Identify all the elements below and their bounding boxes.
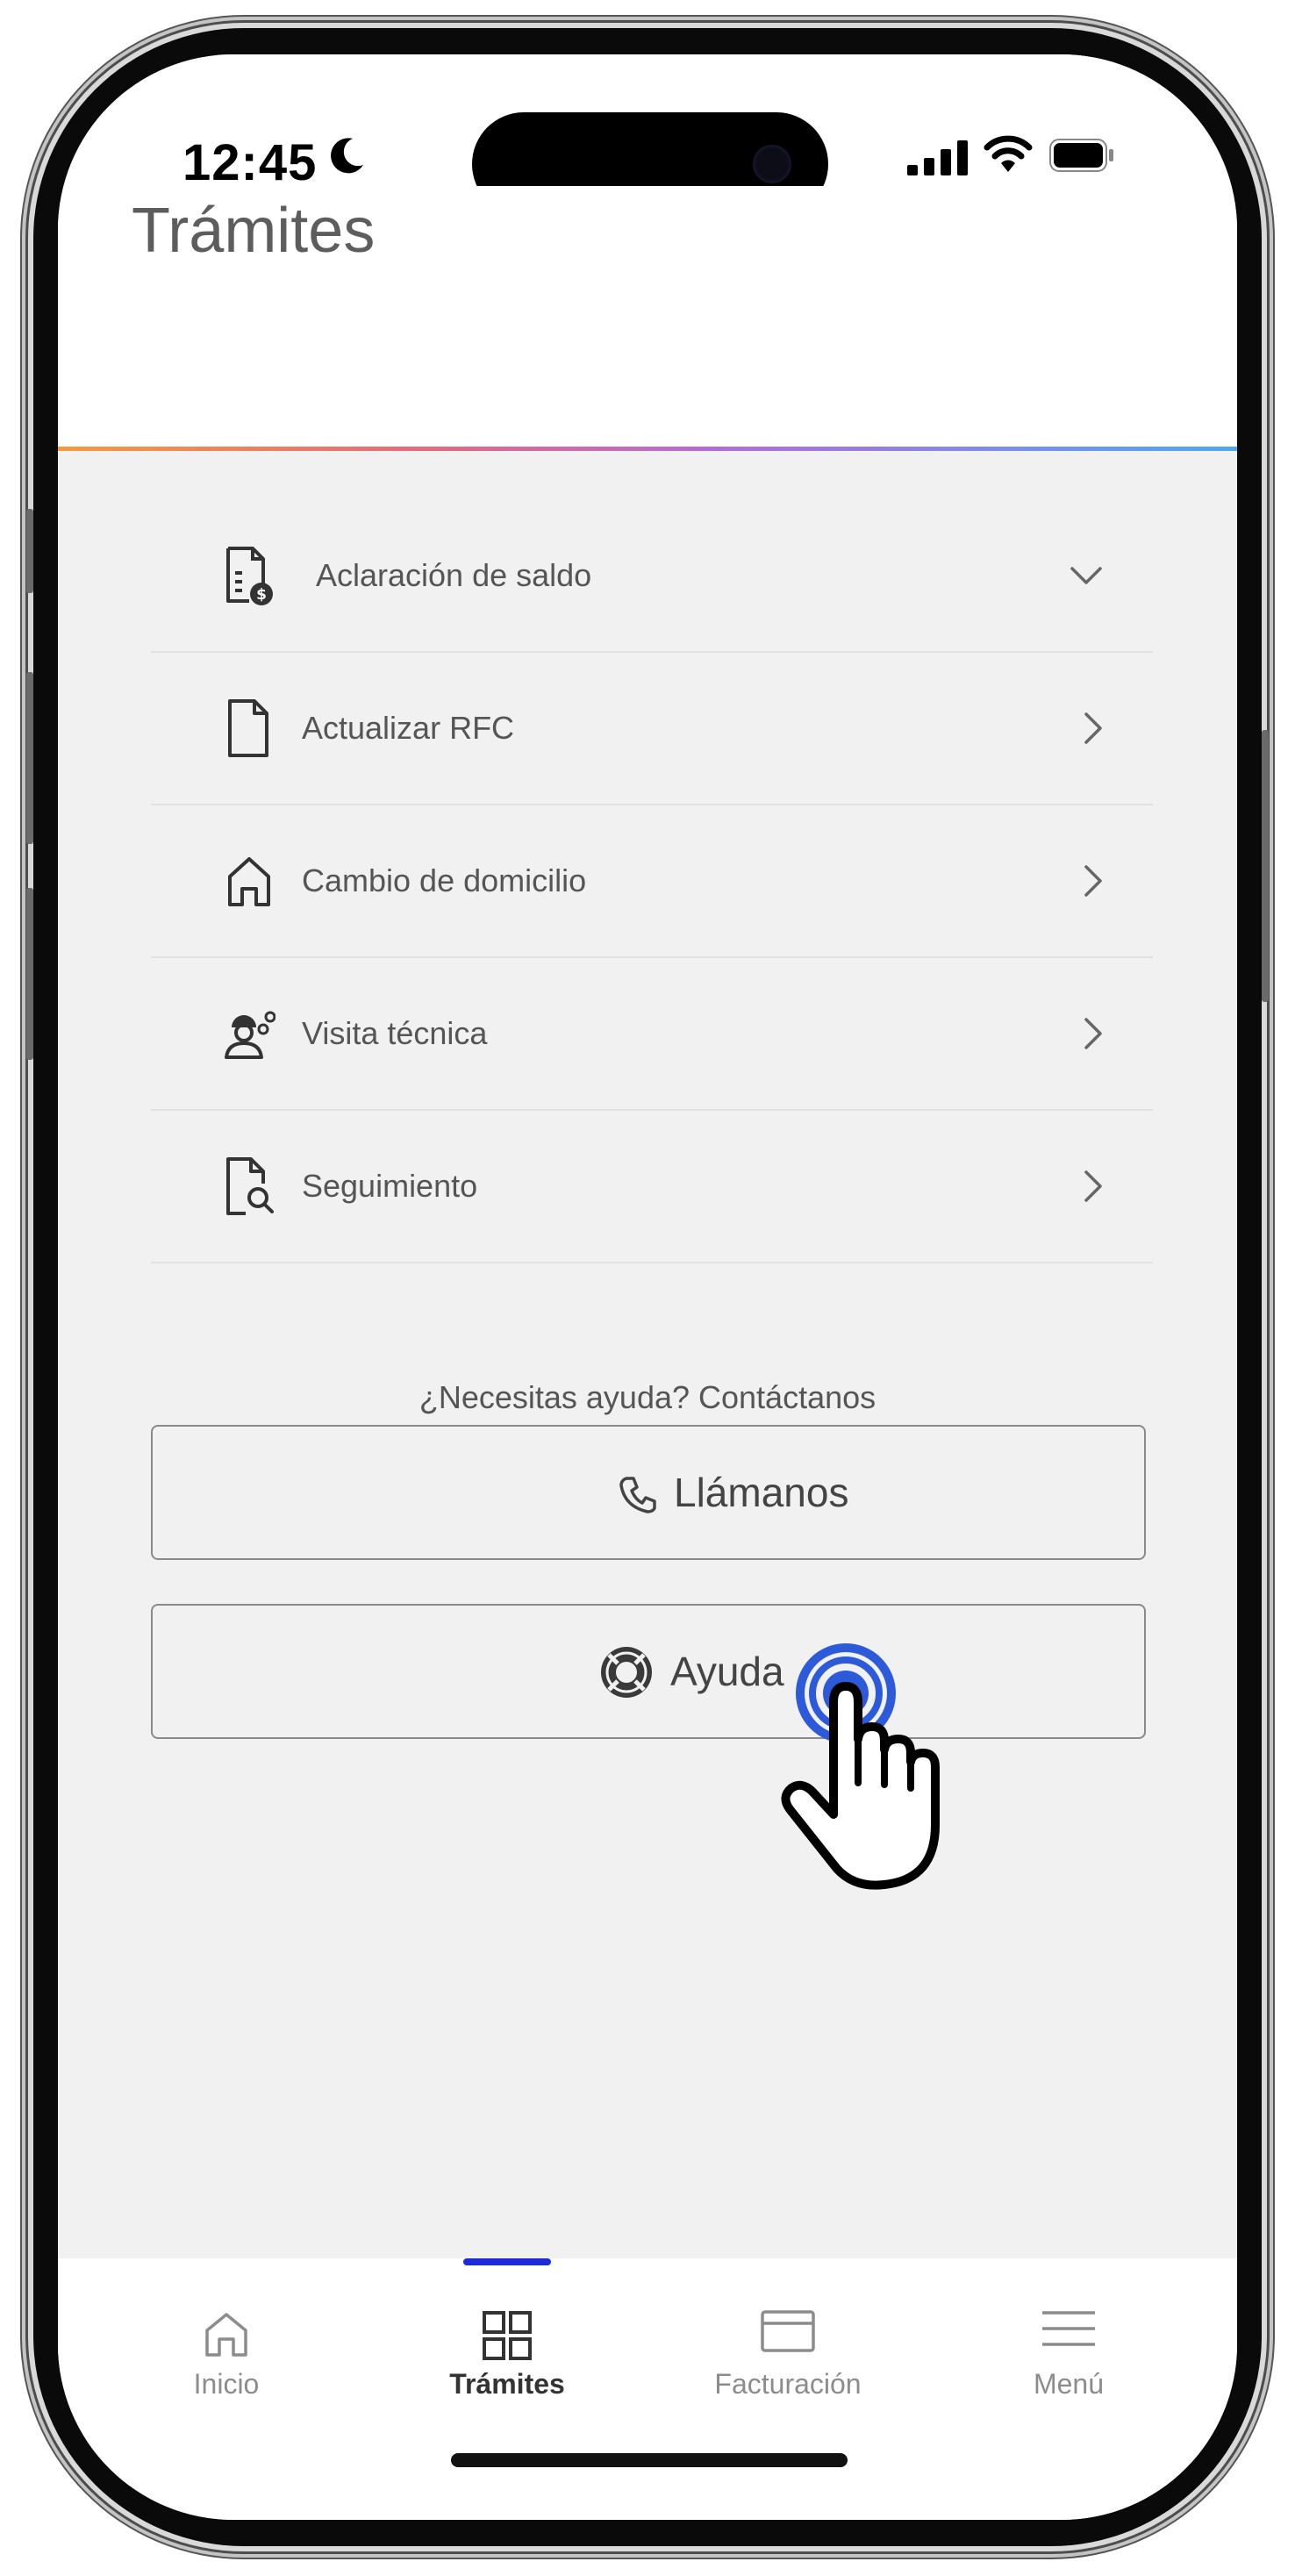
page-header: Trámites	[58, 186, 1237, 451]
volume-up-button	[26, 672, 33, 844]
status-time: 12:45	[182, 134, 318, 191]
tap-hand-icon	[781, 1643, 940, 1890]
menu-item-label: Visita técnica	[302, 1015, 488, 1051]
power-button	[1262, 730, 1269, 1002]
action-button	[26, 509, 33, 593]
battery-icon	[1049, 139, 1113, 172]
call-button[interactable]: Llámanos	[151, 1425, 1146, 1560]
menu-item-label: Actualizar RFC	[302, 710, 515, 746]
tab-inicio[interactable]: Inicio	[104, 2258, 349, 2434]
tramites-list: $ Aclaración de saldo Actualizar RFC Cam…	[151, 500, 1153, 1263]
tab-label: Menú	[1033, 2368, 1105, 2400]
tab-label: Facturación	[714, 2368, 862, 2400]
menu-item-label: Cambio de domicilio	[302, 862, 587, 898]
help-button[interactable]: Ayuda	[151, 1604, 1146, 1739]
menu-item-seguimiento[interactable]: Seguimiento	[151, 1111, 1153, 1263]
help-button-label: Ayuda	[670, 1649, 784, 1694]
document-search-icon	[226, 1157, 274, 1215]
home-indicator[interactable]	[451, 2453, 848, 2467]
menu-item-actualizar-rfc[interactable]: Actualizar RFC	[151, 653, 1153, 805]
chevron-right-icon	[1084, 865, 1102, 897]
call-button-label: Llámanos	[674, 1470, 849, 1515]
menu-item-visita-tecnica[interactable]: Visita técnica	[151, 958, 1153, 1111]
help-prompt: ¿Necesitas ayuda? Contáctanos	[419, 1379, 876, 1415]
camera-icon	[753, 145, 791, 183]
menu-item-label: Seguimiento	[302, 1168, 478, 1204]
hamburger-icon	[1042, 2311, 1095, 2346]
volume-down-button	[26, 888, 33, 1060]
tab-bar: Inicio Trámites Facturación Menú	[58, 2258, 1237, 2520]
document-icon	[228, 699, 268, 757]
lifebuoy-icon	[601, 1647, 652, 1698]
home-icon	[228, 857, 270, 906]
menu-item-cambio-domicilio[interactable]: Cambio de domicilio	[151, 805, 1153, 958]
tab-tramites[interactable]: Trámites	[384, 2258, 630, 2434]
page-title: Trámites	[132, 196, 376, 266]
tab-facturacion[interactable]: Facturación	[665, 2258, 911, 2434]
screen: 12:45 Trámites $ Aclaración de saldo Act…	[58, 54, 1237, 2520]
menu-item-aclaracion-saldo[interactable]: $ Aclaración de saldo	[151, 500, 1153, 653]
chevron-right-icon	[1084, 712, 1102, 744]
tab-menu[interactable]: Menú	[946, 2258, 1191, 2434]
status-bar: 12:45	[58, 54, 1237, 216]
svg-text:$: $	[256, 586, 267, 604]
tab-label: Trámites	[449, 2368, 565, 2400]
signal-icon	[907, 140, 968, 175]
moon-icon	[331, 138, 363, 174]
wifi-icon	[984, 135, 1033, 172]
technician-icon	[225, 1011, 275, 1059]
header-divider	[58, 447, 1237, 451]
tab-label: Inicio	[193, 2368, 260, 2400]
chevron-down-icon	[1070, 567, 1102, 584]
document-dollar-icon: $	[226, 547, 273, 605]
card-icon	[761, 2310, 815, 2352]
chevron-right-icon	[1084, 1170, 1102, 1202]
menu-item-label: Aclaración de saldo	[316, 557, 592, 593]
phone-icon	[619, 1477, 656, 1513]
home-icon	[205, 2313, 247, 2357]
grid-icon	[483, 2311, 532, 2360]
chevron-right-icon	[1084, 1018, 1102, 1049]
